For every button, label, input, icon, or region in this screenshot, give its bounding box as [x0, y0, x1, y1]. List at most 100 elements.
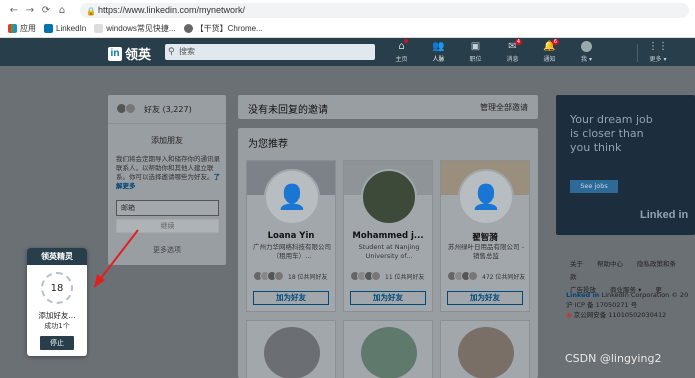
default-avatar-icon: 👤	[264, 169, 320, 225]
search-icon: ⚲	[168, 47, 175, 57]
bookmark-chrome[interactable]: 【干货】Chrome...	[183, 23, 263, 34]
home-icon: ⌂	[398, 41, 405, 52]
address-bar[interactable]: 🔒 https://www.linkedin.com/mynetwork/	[80, 3, 689, 18]
bot-title: 领英精灵	[27, 248, 87, 265]
mutual-connections[interactable]: 472 位共同好友	[447, 271, 525, 281]
bookmark-windows[interactable]: windows常见快捷...	[94, 23, 176, 34]
person-card[interactable]: 👤 Loana Yin 广州力华网络科技有限公司（租用车）... 18 位共同好…	[246, 160, 336, 312]
connect-button[interactable]: 加为好友	[253, 291, 329, 305]
in-logo-icon: in	[108, 46, 122, 61]
footer-link[interactable]: 关于	[570, 260, 583, 268]
person-card[interactable]: 👤 翟智漪 苏州绿叶日用品有限公司 - 销售总监 472 位共同好友 加为好友	[440, 160, 530, 312]
briefcase-icon: ▣	[470, 41, 481, 52]
grid-icon: ⋮⋮	[648, 41, 668, 52]
nav-label: 主页	[395, 56, 408, 63]
nav-more[interactable]: ⋮⋮ 更多 ▾	[644, 41, 672, 63]
email-field[interactable]: 邮箱	[116, 200, 219, 216]
bot-success-count: 成功1个	[44, 322, 70, 330]
nav-home[interactable]: ⌂ 主页	[383, 39, 420, 63]
reload-icon[interactable]: ⟳	[38, 5, 54, 16]
bell-icon: 🔔	[543, 41, 556, 52]
nav-label: 通知	[543, 56, 556, 63]
bookmark-linkedin[interactable]: LinkedIn	[44, 24, 86, 33]
job-ad[interactable]: Your dream job is closer than you think …	[556, 95, 695, 235]
mutual-avatars	[253, 271, 285, 281]
connect-button[interactable]: 加为好友	[350, 291, 426, 305]
bookmark-label: 【干货】Chrome...	[195, 24, 263, 33]
person-card[interactable]	[343, 320, 433, 378]
nav-label: 职位	[469, 56, 482, 63]
icp-text[interactable]: 沪 ICP 备 17050271 号	[566, 300, 688, 310]
nav-label: 我 ▾	[581, 56, 592, 63]
police-badge-icon: ◉	[566, 311, 574, 319]
person-name[interactable]: Loana Yin	[247, 231, 335, 241]
person-headline: Student at Nanjing University of...	[358, 243, 420, 260]
ad-text: Your dream job is closer than you think	[570, 113, 653, 154]
friends-label: 好友 (3,227)	[144, 104, 192, 114]
home-icon[interactable]: ⌂	[54, 5, 70, 16]
search-placeholder: 搜索	[179, 47, 195, 56]
nav-label: 更多 ▾	[649, 56, 667, 63]
url-text: https://www.linkedin.com/mynetwork/	[98, 5, 246, 15]
search-input[interactable]: ⚲ 搜索	[165, 44, 375, 60]
add-friends-description: 我们将会定期导入和储存你的通讯录联系人，以帮助你和其他人建立联系。你可以选择邀请…	[116, 155, 220, 191]
connect-button[interactable]: 加为好友	[447, 291, 523, 305]
person-headline: 广州力华网络科技有限公司（租用车）...	[253, 243, 331, 260]
people-icon: 👥	[432, 41, 445, 52]
nav-messages[interactable]: ✉ 消息 4	[494, 39, 531, 63]
profile-photo	[264, 327, 320, 378]
description-text: 我们将会定期导入和储存你的通讯录联系人，以帮助你和其他人建立联系。你可以选择邀请…	[116, 155, 220, 181]
police-record-text[interactable]: 京公网安备 11010502030412	[574, 311, 666, 319]
footer-link[interactable]: 隐私政策和条款	[570, 260, 676, 281]
lock-icon: 🔒	[86, 7, 96, 16]
forward-icon[interactable]: →	[22, 5, 38, 16]
friends-count[interactable]: 好友 (3,227)	[116, 103, 192, 115]
copyright-text: LinkedIn Corporation © 20	[601, 291, 689, 299]
mutual-count: 18 位共同好友	[288, 273, 328, 281]
divider	[108, 123, 226, 124]
linkedin-navbar: in 领英 ⚲ 搜索 ⌂ 主页 👥 人脉 ▣ 职位 ✉ 消息 4 🔔 通知 6 我 ▾ ⋮⋮ 更…	[0, 38, 695, 66]
nav-divider	[637, 44, 638, 62]
paw-icon	[183, 24, 193, 33]
nav-label: 人脉	[432, 56, 445, 63]
profile-photo	[361, 327, 417, 378]
nav-label: 消息	[506, 56, 519, 63]
notification-dot	[404, 39, 408, 43]
nav-me[interactable]: 我 ▾	[568, 41, 605, 63]
bookmark-label: 应用	[20, 24, 36, 33]
notification-badge: 6	[551, 39, 559, 45]
recommendations-title: 为您推荐	[248, 139, 288, 150]
manage-invitations-link[interactable]: 管理全部邀请	[480, 102, 528, 113]
bookmark-label: windows常见快捷...	[106, 24, 176, 33]
person-card[interactable]	[440, 320, 530, 378]
bookmark-apps[interactable]: 应用	[8, 23, 36, 34]
invitations-card: 没有未回复的邀请 管理全部邀请	[238, 95, 538, 119]
bookmark-label: LinkedIn	[56, 24, 87, 33]
linkedin-logo[interactable]: in 领英	[108, 44, 151, 63]
nav-notifications[interactable]: 🔔 通知 6	[531, 39, 568, 63]
watermark: CSDN @lingying2	[565, 352, 662, 365]
linkedin-wordmark: Linked in	[566, 291, 602, 299]
linkedin-icon	[44, 24, 53, 33]
see-jobs-button[interactable]: See jobs	[570, 180, 618, 193]
bot-counter: 18	[50, 282, 64, 294]
default-avatar-icon: 👤	[458, 169, 514, 225]
mutual-count: 11 位共同好友	[385, 273, 425, 281]
nav-network[interactable]: 👥 人脉	[420, 41, 457, 63]
page-icon	[94, 24, 104, 33]
mutual-connections[interactable]: 18 位共同好友	[253, 271, 328, 281]
person-name[interactable]: Mohammed j...	[344, 231, 432, 241]
mutual-count: 472 位共同好友	[482, 273, 526, 281]
back-icon[interactable]: ←	[6, 5, 22, 16]
nav-jobs[interactable]: ▣ 职位	[457, 41, 494, 63]
bot-status: 添加好友...	[38, 311, 76, 320]
avatar	[581, 41, 592, 52]
person-card[interactable]	[246, 320, 336, 378]
person-card[interactable]: Mohammed j... Student at Nanjing Univers…	[343, 160, 433, 312]
stop-button[interactable]: 停止	[40, 336, 74, 350]
footer-link[interactable]: 帮助中心	[597, 260, 623, 268]
person-name[interactable]: 翟智漪	[441, 231, 529, 243]
mutual-connections[interactable]: 11 位共同好友	[350, 271, 425, 281]
bookmarks-bar: 应用 LinkedIn windows常见快捷... 【干货】Chrome...	[0, 20, 695, 37]
linkedin-bot-widget: 领英精灵 18 添加好友... 成功1个 停止	[27, 248, 87, 356]
